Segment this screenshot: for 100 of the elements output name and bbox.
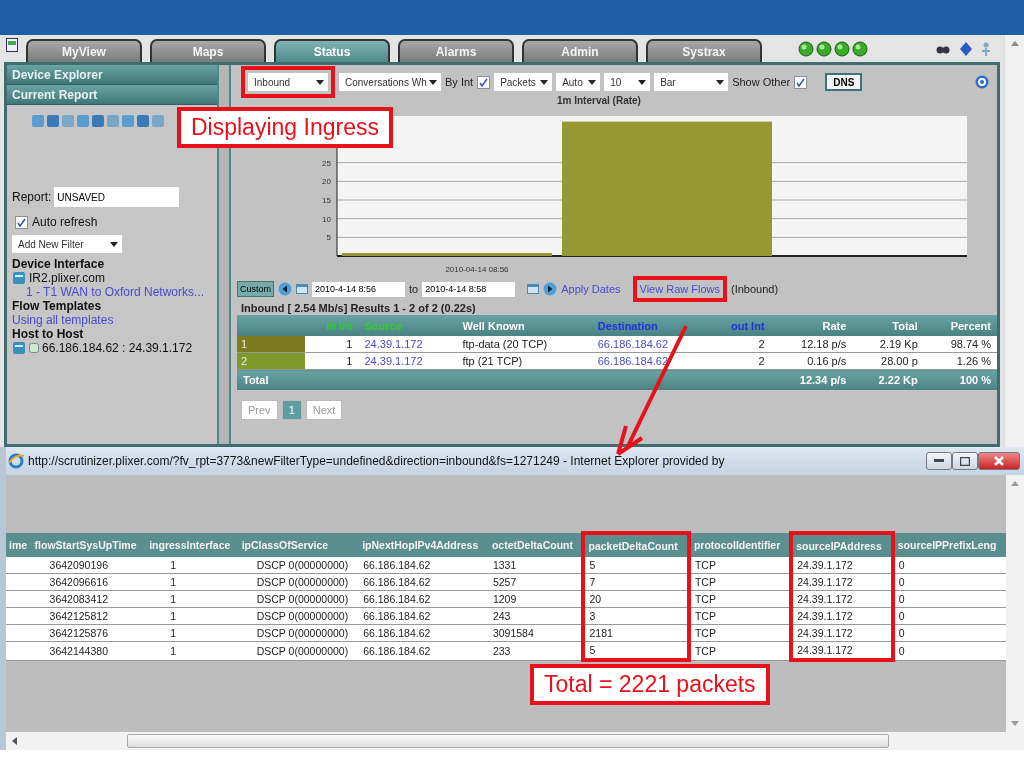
y-tick-label: 15 xyxy=(322,196,331,205)
close-icon xyxy=(994,456,1004,466)
column-header[interactable]: Well Known xyxy=(456,315,592,336)
window-title: http://scrutinizer.plixer.com/?fv_rpt=3773&newFilterType=undefined&direction=inbound&fs=1271249 - Internet Explorer provided by xyxy=(28,454,725,468)
row-number-cell: 1 xyxy=(237,336,305,353)
caret-icon xyxy=(716,79,725,85)
vertical-scrollbar[interactable] xyxy=(1006,475,1024,732)
caret-icon xyxy=(316,79,324,85)
column-header[interactable]: ipClassOfService xyxy=(238,533,360,557)
tab[interactable]: Maps xyxy=(150,39,266,62)
table-cell: 2 xyxy=(706,336,771,353)
column-header[interactable]: Destination xyxy=(591,315,707,336)
table-cell: 24.39.1.172 xyxy=(791,557,893,574)
tab[interactable]: Alarms xyxy=(398,39,514,62)
diamond-icon[interactable] xyxy=(960,41,972,56)
column-header[interactable]: ime xyxy=(6,533,32,557)
minimize-icon xyxy=(934,459,944,463)
app-icon xyxy=(6,38,18,52)
horizontal-scrollbar[interactable] xyxy=(6,732,1024,750)
scroll-down-icon[interactable] xyxy=(1011,721,1019,726)
column-header[interactable]: ipNextHopIPv4Address xyxy=(359,533,489,557)
caret-icon xyxy=(540,79,549,85)
scroll-up-icon[interactable] xyxy=(1011,481,1019,486)
table-cell: 0 xyxy=(892,557,1006,574)
pager-button[interactable]: Next xyxy=(305,400,343,420)
view-raw-flows-link[interactable]: View Raw Flows xyxy=(639,283,720,295)
column-header[interactable]: packetDeltaCount xyxy=(583,533,689,557)
y-tick-label: 20 xyxy=(322,177,331,187)
pager-button[interactable]: Prev xyxy=(241,400,278,420)
scroll-up-icon[interactable] xyxy=(1010,41,1019,46)
tab[interactable]: MyView xyxy=(26,39,142,62)
sidebar-link[interactable]: 1 - T1 WAN to Oxford Networks... xyxy=(26,285,205,299)
apply-dates-link[interactable]: Apply Dates xyxy=(561,283,621,295)
table-cell: 1 xyxy=(305,336,359,353)
maximize-icon xyxy=(960,456,970,466)
status-light-icon xyxy=(816,40,832,57)
column-header[interactable]: ingressInterface xyxy=(146,533,239,557)
column-header[interactable]: Percent xyxy=(923,315,997,336)
column-header[interactable]: protocolIdentifier xyxy=(688,533,792,557)
dns-button[interactable]: DNS xyxy=(825,73,863,91)
checkbox[interactable] xyxy=(15,215,28,229)
scroll-left-icon[interactable] xyxy=(12,737,17,745)
maximize-button[interactable] xyxy=(952,452,978,470)
caret-icon xyxy=(429,79,437,85)
column-header[interactable]: octetDeltaCount xyxy=(488,533,584,557)
annotation-label: Total = 2221 packets xyxy=(530,664,770,705)
column-header[interactable]: Total xyxy=(852,315,924,336)
table-cell: 66.186.184.62 xyxy=(359,557,489,574)
x-tick-label: 2010-04-14 08:56 xyxy=(445,265,509,274)
column-header[interactable]: out Int xyxy=(706,315,771,336)
checkbox[interactable] xyxy=(794,75,808,89)
y-tick-label: 10 xyxy=(322,214,331,224)
host-pair[interactable]: 66.186.184.62 : 24.39.1.172 xyxy=(42,341,193,355)
dropdown[interactable]: Bar xyxy=(654,73,729,91)
column-header[interactable]: sourceIPAddress xyxy=(791,533,893,557)
section-header[interactable]: Current Report xyxy=(7,85,217,105)
status-light-icon xyxy=(798,40,814,57)
close-button[interactable] xyxy=(978,452,1020,470)
caret-icon xyxy=(638,79,647,85)
minimize-button[interactable] xyxy=(926,452,952,470)
report-toolbar-icons-drawing[interactable] xyxy=(32,113,164,129)
ip-link[interactable]: 24.39.1.172 xyxy=(358,336,457,353)
checkbox[interactable] xyxy=(477,75,491,89)
table-cell: ftp-data (20 TCP) xyxy=(456,336,592,353)
column-header[interactable]: flowStartSysUpTime xyxy=(31,533,147,557)
table-cell xyxy=(6,557,32,574)
start-date-field[interactable]: 2010-4-14 8:56 xyxy=(312,281,405,297)
report-name-field[interactable]: UNSAVED xyxy=(54,187,180,207)
dropdown[interactable]: Inbound xyxy=(248,73,328,91)
report-label: Report: xyxy=(12,190,52,204)
calendar-icon[interactable] xyxy=(527,284,540,294)
sidebar-link[interactable]: Using all templates xyxy=(12,313,114,327)
dropdown[interactable]: Packets xyxy=(494,73,553,91)
pager-button[interactable]: 1 xyxy=(281,400,302,420)
calendar-icon[interactable] xyxy=(296,284,308,294)
filter-dropdown[interactable]: Add New Filter xyxy=(12,235,122,253)
caret-icon xyxy=(588,79,597,85)
table-cell: 12.18 p/s xyxy=(770,336,853,353)
tab[interactable]: Status xyxy=(274,39,390,62)
to-label: to xyxy=(409,283,419,295)
column-header[interactable]: Rate xyxy=(770,315,853,336)
tab[interactable]: Admin xyxy=(522,39,638,62)
help-icon[interactable] xyxy=(975,75,989,89)
dropdown[interactable]: 10 xyxy=(604,73,651,91)
range-button[interactable]: Custom xyxy=(237,281,274,297)
direction-note: (Inbound) xyxy=(731,283,779,295)
page-scrollbar[interactable] xyxy=(1004,35,1024,447)
end-date-field[interactable]: 2010-4-14 8:58 xyxy=(422,281,516,297)
dropdown[interactable]: Conversations Wh xyxy=(339,73,441,91)
dropdown[interactable]: Auto xyxy=(556,73,601,91)
tab[interactable]: Systrax xyxy=(646,39,762,62)
caret-icon xyxy=(110,241,118,247)
ip-link[interactable]: 66.186.184.62 xyxy=(591,336,707,353)
device-name[interactable]: IR2.plixer.com xyxy=(29,271,106,285)
square-icon xyxy=(29,343,39,353)
column-header[interactable]: sourceIPPrefixLeng xyxy=(892,533,1006,557)
database-icon xyxy=(12,341,26,355)
y-tick-label: 25 xyxy=(322,158,331,168)
section-header[interactable]: Device Explorer xyxy=(7,65,217,85)
table-cell: 5 xyxy=(583,557,689,574)
